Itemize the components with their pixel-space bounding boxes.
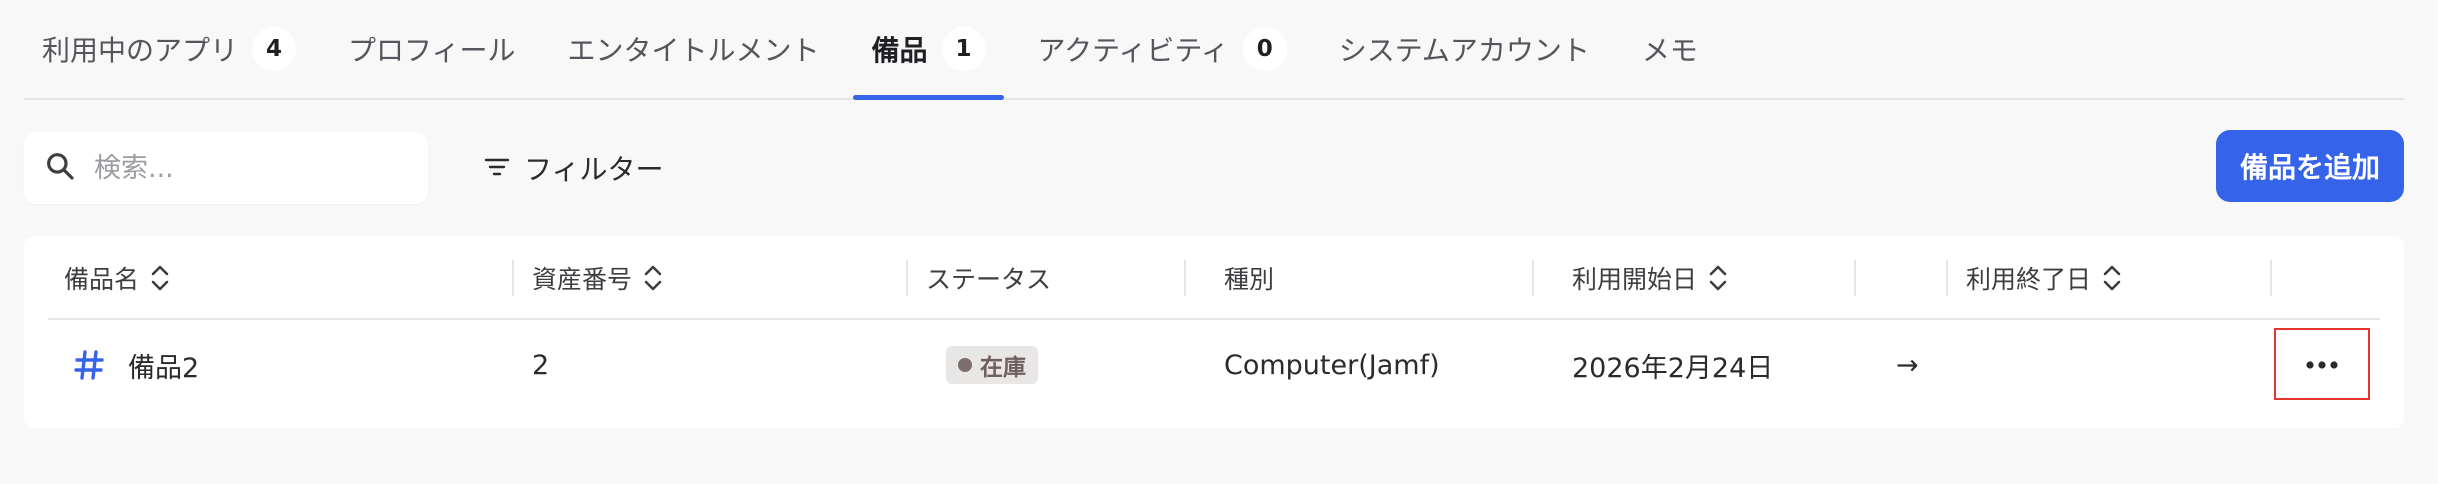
tab-activity[interactable]: アクティビティ 0	[1020, 0, 1305, 98]
row-actions-button[interactable]	[2274, 328, 2370, 400]
tab-label: 利用中のアプリ	[42, 34, 239, 67]
column-divider	[512, 260, 514, 296]
hash-icon	[74, 349, 104, 381]
asset-number-cell: 2	[532, 349, 550, 381]
column-divider	[1946, 260, 1948, 296]
tab-label: 備品	[871, 34, 928, 67]
tab-system-accounts[interactable]: システムアカウント	[1321, 0, 1608, 98]
search-input[interactable]	[94, 152, 394, 184]
filter-icon	[484, 152, 510, 185]
sort-icon[interactable]	[642, 263, 664, 293]
column-header-status: ステータス	[926, 236, 1051, 320]
table-row[interactable]: 備品2 2 在庫 Computer(Jamf) 2026年2月24日 →	[48, 322, 2380, 428]
sort-icon[interactable]	[149, 263, 171, 293]
column-header-start-date[interactable]: 利用開始日	[1572, 236, 1729, 320]
column-header-label: 利用開始日	[1572, 265, 1698, 294]
column-divider	[906, 260, 908, 296]
column-divider	[2270, 260, 2272, 296]
table-header: 備品名 資産番号 ステータス 種別 利用開始日 利用終了日	[48, 236, 2380, 320]
sort-icon[interactable]	[2101, 263, 2123, 293]
tab-profile[interactable]: プロフィール	[330, 0, 533, 98]
tab-count-badge: 1	[941, 27, 986, 71]
more-horizontal-icon	[2304, 355, 2340, 374]
equipment-name: 備品2	[128, 352, 200, 384]
column-header-type: 種別	[1224, 236, 1274, 320]
tab-count-badge: 4	[252, 27, 297, 71]
tab-label: エンタイトルメント	[567, 34, 820, 67]
tab-equipment[interactable]: 備品 1	[853, 0, 1004, 100]
column-header-name[interactable]: 備品名	[64, 236, 171, 320]
start-date-cell: 2026年2月24日	[1572, 352, 1774, 384]
equipment-name-cell[interactable]: 備品2	[74, 322, 199, 408]
toolbar: フィルター 備品を追加	[24, 130, 2404, 206]
column-header-label: 利用終了日	[1966, 265, 2092, 294]
column-header-asset-number[interactable]: 資産番号	[532, 236, 664, 320]
add-equipment-button[interactable]: 備品を追加	[2215, 130, 2404, 202]
tab-bar: 利用中のアプリ 4 プロフィール エンタイトルメント 備品 1 アクティビティ …	[24, 0, 2404, 100]
filter-button[interactable]: フィルター	[484, 142, 663, 194]
tab-label: アクティビティ	[1037, 34, 1229, 67]
arrow-right-icon: →	[1896, 349, 1919, 381]
status-dot	[958, 358, 972, 372]
search-box[interactable]	[24, 132, 428, 204]
filter-label: フィルター	[524, 153, 664, 186]
tab-label: システムアカウント	[1338, 34, 1590, 67]
sort-icon[interactable]	[1707, 263, 1729, 293]
column-divider	[1854, 260, 1856, 296]
status-badge: 在庫	[946, 346, 1038, 384]
column-header-label: ステータス	[926, 265, 1052, 294]
column-divider	[1184, 260, 1186, 296]
tab-entitlements[interactable]: エンタイトルメント	[549, 0, 837, 98]
status-label: 在庫	[980, 355, 1026, 381]
tab-count-badge: 0	[1242, 27, 1287, 71]
search-icon	[44, 150, 76, 186]
column-header-label: 種別	[1224, 265, 1275, 294]
column-header-label: 備品名	[64, 265, 140, 294]
status-cell: 在庫	[946, 322, 1038, 408]
column-header-end-date[interactable]: 利用終了日	[1966, 236, 2123, 320]
tab-label: プロフィール	[348, 34, 516, 67]
column-divider	[1532, 260, 1534, 296]
tab-apps-in-use[interactable]: 利用中のアプリ 4	[24, 0, 314, 98]
type-cell: Computer(Jamf)	[1224, 349, 1440, 381]
column-header-label: 資産番号	[532, 265, 633, 294]
equipment-table: 備品名 資産番号 ステータス 種別 利用開始日 利用終了日 備品2 2 在庫 C…	[24, 236, 2404, 428]
tab-memo[interactable]: メモ	[1624, 0, 1716, 98]
tab-label: メモ	[1641, 34, 1698, 67]
